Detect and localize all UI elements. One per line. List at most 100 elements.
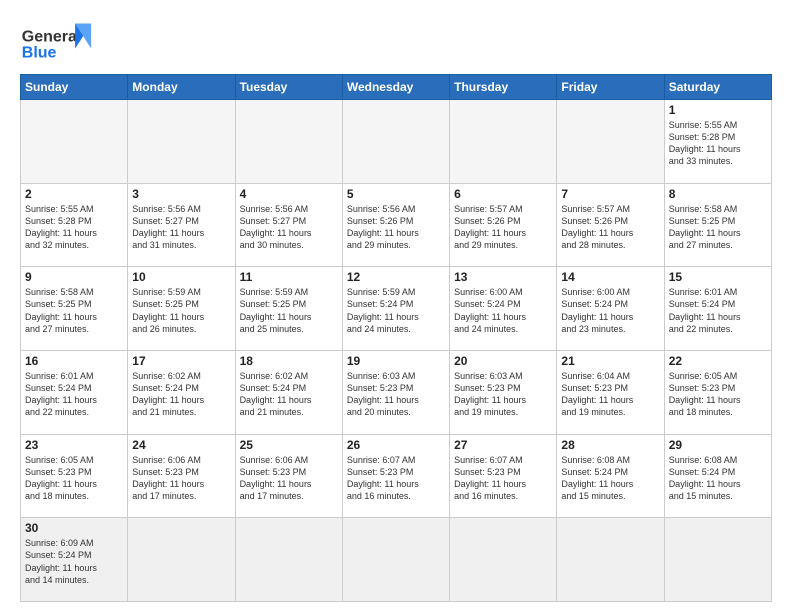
day-info: Sunrise: 5:57 AM Sunset: 5:26 PM Dayligh… bbox=[454, 203, 552, 252]
calendar-day-cell: 30 Sunrise: 6:09 AM Sunset: 5:24 PM Dayli… bbox=[21, 518, 128, 602]
calendar-day-cell bbox=[21, 100, 128, 184]
day-info: Sunrise: 6:04 AM Sunset: 5:23 PM Dayligh… bbox=[561, 370, 659, 419]
calendar-day-cell bbox=[557, 518, 664, 602]
day-of-week-header: Friday bbox=[557, 75, 664, 100]
day-number: 20 bbox=[454, 354, 552, 368]
calendar-table: SundayMondayTuesdayWednesdayThursdayFrid… bbox=[20, 74, 772, 602]
calendar-day-cell: 3Sunrise: 5:56 AM Sunset: 5:27 PM Daylig… bbox=[128, 183, 235, 267]
day-info: Sunrise: 6:08 AM Sunset: 5:24 PM Dayligh… bbox=[561, 454, 659, 503]
day-info: Sunrise: 6:01 AM Sunset: 5:24 PM Dayligh… bbox=[25, 370, 123, 419]
calendar-day-cell: 21 Sunrise: 6:04 AM Sunset: 5:23 PM Dayli… bbox=[557, 350, 664, 434]
calendar-day-cell: 9 Sunrise: 5:58 AM Sunset: 5:25 PM Daylig… bbox=[21, 267, 128, 351]
day-number: 22 bbox=[669, 354, 767, 368]
day-info: Sunrise: 6:02 AM Sunset: 5:24 PM Dayligh… bbox=[240, 370, 338, 419]
day-number: 2 bbox=[25, 187, 123, 201]
logo-icon: General Blue bbox=[20, 16, 100, 66]
day-of-week-header: Tuesday bbox=[235, 75, 342, 100]
day-number: 12 bbox=[347, 270, 445, 284]
day-info: Sunrise: 5:57 AM Sunset: 5:26 PM Dayligh… bbox=[561, 203, 659, 252]
calendar-day-cell: 16 Sunrise: 6:01 AM Sunset: 5:24 PM Dayli… bbox=[21, 350, 128, 434]
calendar-day-cell: 15 Sunrise: 6:01 AM Sunset: 5:24 PM Dayli… bbox=[664, 267, 771, 351]
day-info: Sunrise: 5:55 AM Sunset: 5:28 PM Dayligh… bbox=[25, 203, 123, 252]
calendar-day-cell: 23Sunrise: 6:05 AM Sunset: 5:23 PM Dayli… bbox=[21, 434, 128, 518]
day-number: 27 bbox=[454, 438, 552, 452]
calendar-day-cell: 6Sunrise: 5:57 AM Sunset: 5:26 PM Daylig… bbox=[450, 183, 557, 267]
day-number: 28 bbox=[561, 438, 659, 452]
day-of-week-header: Sunday bbox=[21, 75, 128, 100]
calendar-day-cell: 7 Sunrise: 5:57 AM Sunset: 5:26 PM Daylig… bbox=[557, 183, 664, 267]
calendar-day-cell bbox=[557, 100, 664, 184]
day-info: Sunrise: 6:07 AM Sunset: 5:23 PM Dayligh… bbox=[454, 454, 552, 503]
day-number: 19 bbox=[347, 354, 445, 368]
day-info: Sunrise: 6:01 AM Sunset: 5:24 PM Dayligh… bbox=[669, 286, 767, 335]
calendar-day-cell: 29 Sunrise: 6:08 AM Sunset: 5:24 PM Dayli… bbox=[664, 434, 771, 518]
day-number: 30 bbox=[25, 521, 123, 535]
calendar-day-cell: 5Sunrise: 5:56 AM Sunset: 5:26 PM Daylig… bbox=[342, 183, 449, 267]
day-info: Sunrise: 5:55 AM Sunset: 5:28 PM Dayligh… bbox=[669, 119, 767, 168]
calendar-day-cell: 11Sunrise: 5:59 AM Sunset: 5:25 PM Dayli… bbox=[235, 267, 342, 351]
day-of-week-header: Monday bbox=[128, 75, 235, 100]
day-info: Sunrise: 5:59 AM Sunset: 5:25 PM Dayligh… bbox=[240, 286, 338, 335]
calendar-day-cell: 24Sunrise: 6:06 AM Sunset: 5:23 PM Dayli… bbox=[128, 434, 235, 518]
day-info: Sunrise: 6:02 AM Sunset: 5:24 PM Dayligh… bbox=[132, 370, 230, 419]
header: General Blue bbox=[20, 16, 772, 66]
day-info: Sunrise: 6:03 AM Sunset: 5:23 PM Dayligh… bbox=[347, 370, 445, 419]
calendar-day-cell bbox=[235, 518, 342, 602]
calendar-day-cell bbox=[664, 518, 771, 602]
day-info: Sunrise: 5:58 AM Sunset: 5:25 PM Dayligh… bbox=[25, 286, 123, 335]
calendar-week-row: 9 Sunrise: 5:58 AM Sunset: 5:25 PM Daylig… bbox=[21, 267, 772, 351]
day-info: Sunrise: 6:00 AM Sunset: 5:24 PM Dayligh… bbox=[454, 286, 552, 335]
calendar-week-row: 16 Sunrise: 6:01 AM Sunset: 5:24 PM Dayli… bbox=[21, 350, 772, 434]
calendar-day-cell: 19 Sunrise: 6:03 AM Sunset: 5:23 PM Dayli… bbox=[342, 350, 449, 434]
calendar-week-row: 30 Sunrise: 6:09 AM Sunset: 5:24 PM Dayli… bbox=[21, 518, 772, 602]
logo-area: General Blue bbox=[20, 16, 100, 66]
day-info: Sunrise: 5:56 AM Sunset: 5:27 PM Dayligh… bbox=[132, 203, 230, 252]
day-number: 9 bbox=[25, 270, 123, 284]
calendar-day-cell: 8 Sunrise: 5:58 AM Sunset: 5:25 PM Daylig… bbox=[664, 183, 771, 267]
day-number: 14 bbox=[561, 270, 659, 284]
day-number: 26 bbox=[347, 438, 445, 452]
day-info: Sunrise: 6:07 AM Sunset: 5:23 PM Dayligh… bbox=[347, 454, 445, 503]
calendar-day-cell: 13 Sunrise: 6:00 AM Sunset: 5:24 PM Dayli… bbox=[450, 267, 557, 351]
calendar-day-cell: 27 Sunrise: 6:07 AM Sunset: 5:23 PM Dayli… bbox=[450, 434, 557, 518]
day-info: Sunrise: 6:06 AM Sunset: 5:23 PM Dayligh… bbox=[240, 454, 338, 503]
day-number: 1 bbox=[669, 103, 767, 117]
day-info: Sunrise: 6:06 AM Sunset: 5:23 PM Dayligh… bbox=[132, 454, 230, 503]
calendar-day-cell bbox=[450, 100, 557, 184]
day-of-week-header: Saturday bbox=[664, 75, 771, 100]
day-info: Sunrise: 6:08 AM Sunset: 5:24 PM Dayligh… bbox=[669, 454, 767, 503]
day-of-week-header: Wednesday bbox=[342, 75, 449, 100]
calendar-day-cell bbox=[235, 100, 342, 184]
calendar-day-cell bbox=[128, 100, 235, 184]
calendar-day-cell: 14Sunrise: 6:00 AM Sunset: 5:24 PM Dayli… bbox=[557, 267, 664, 351]
day-number: 16 bbox=[25, 354, 123, 368]
calendar-day-cell: 12Sunrise: 5:59 AM Sunset: 5:24 PM Dayli… bbox=[342, 267, 449, 351]
calendar-day-cell bbox=[450, 518, 557, 602]
day-number: 8 bbox=[669, 187, 767, 201]
day-info: Sunrise: 6:09 AM Sunset: 5:24 PM Dayligh… bbox=[25, 537, 123, 586]
day-number: 21 bbox=[561, 354, 659, 368]
day-number: 18 bbox=[240, 354, 338, 368]
calendar-day-cell: 10Sunrise: 5:59 AM Sunset: 5:25 PM Dayli… bbox=[128, 267, 235, 351]
day-number: 23 bbox=[25, 438, 123, 452]
calendar-day-cell: 17Sunrise: 6:02 AM Sunset: 5:24 PM Dayli… bbox=[128, 350, 235, 434]
calendar-header-row: SundayMondayTuesdayWednesdayThursdayFrid… bbox=[21, 75, 772, 100]
day-number: 4 bbox=[240, 187, 338, 201]
day-info: Sunrise: 5:56 AM Sunset: 5:26 PM Dayligh… bbox=[347, 203, 445, 252]
calendar-day-cell: 4 Sunrise: 5:56 AM Sunset: 5:27 PM Daylig… bbox=[235, 183, 342, 267]
day-number: 29 bbox=[669, 438, 767, 452]
day-info: Sunrise: 5:58 AM Sunset: 5:25 PM Dayligh… bbox=[669, 203, 767, 252]
calendar-day-cell bbox=[342, 518, 449, 602]
day-number: 7 bbox=[561, 187, 659, 201]
calendar-day-cell: 26 Sunrise: 6:07 AM Sunset: 5:23 PM Dayli… bbox=[342, 434, 449, 518]
calendar-day-cell: 1 Sunrise: 5:55 AM Sunset: 5:28 PM Daylig… bbox=[664, 100, 771, 184]
calendar-day-cell: 22 Sunrise: 6:05 AM Sunset: 5:23 PM Dayli… bbox=[664, 350, 771, 434]
day-number: 15 bbox=[669, 270, 767, 284]
day-info: Sunrise: 6:05 AM Sunset: 5:23 PM Dayligh… bbox=[669, 370, 767, 419]
calendar-week-row: 23Sunrise: 6:05 AM Sunset: 5:23 PM Dayli… bbox=[21, 434, 772, 518]
day-info: Sunrise: 5:59 AM Sunset: 5:25 PM Dayligh… bbox=[132, 286, 230, 335]
day-info: Sunrise: 5:56 AM Sunset: 5:27 PM Dayligh… bbox=[240, 203, 338, 252]
calendar-day-cell: 25 Sunrise: 6:06 AM Sunset: 5:23 PM Dayli… bbox=[235, 434, 342, 518]
day-number: 25 bbox=[240, 438, 338, 452]
day-number: 13 bbox=[454, 270, 552, 284]
